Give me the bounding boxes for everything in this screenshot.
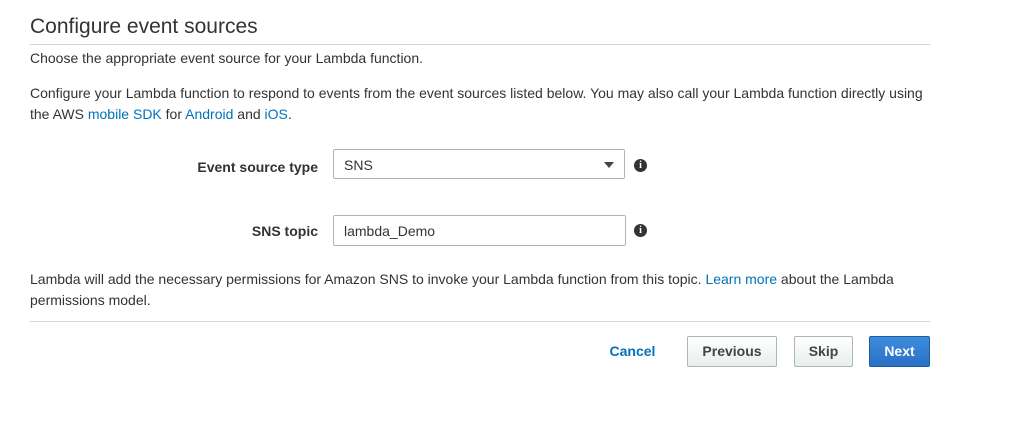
description-text: for (161, 106, 186, 122)
previous-button[interactable]: Previous (687, 336, 777, 367)
dropdown-arrow-icon (604, 162, 614, 168)
event-source-type-select[interactable]: SNS (333, 149, 625, 179)
ios-link[interactable]: iOS (265, 106, 288, 122)
footer-divider (30, 321, 930, 322)
sns-topic-label: SNS topic (251, 223, 318, 239)
description-text: . (287, 106, 292, 122)
permissions-note: Lambda will add the necessary permission… (30, 269, 930, 311)
sns-topic-input[interactable] (333, 215, 626, 246)
mobile-sdk-link[interactable]: mobile SDK (88, 106, 162, 122)
next-button[interactable]: Next (869, 336, 930, 367)
page-subtitle: Choose the appropriate event source for … (30, 50, 424, 66)
page-title: Configure event sources (30, 15, 258, 38)
info-icon[interactable]: i (634, 224, 647, 237)
description-text: and (233, 106, 265, 122)
android-link[interactable]: Android (185, 106, 233, 122)
cancel-button[interactable]: Cancel (596, 336, 669, 367)
info-icon[interactable]: i (634, 159, 647, 172)
learn-more-link[interactable]: Learn more (705, 271, 777, 287)
event-source-type-label: Event source type (197, 159, 318, 175)
title-divider (30, 44, 930, 45)
description-paragraph: Configure your Lambda function to respon… (30, 83, 930, 125)
permissions-note-text: Lambda will add the necessary permission… (30, 271, 706, 287)
event-source-type-value: SNS (344, 157, 373, 173)
skip-button[interactable]: Skip (794, 336, 853, 367)
